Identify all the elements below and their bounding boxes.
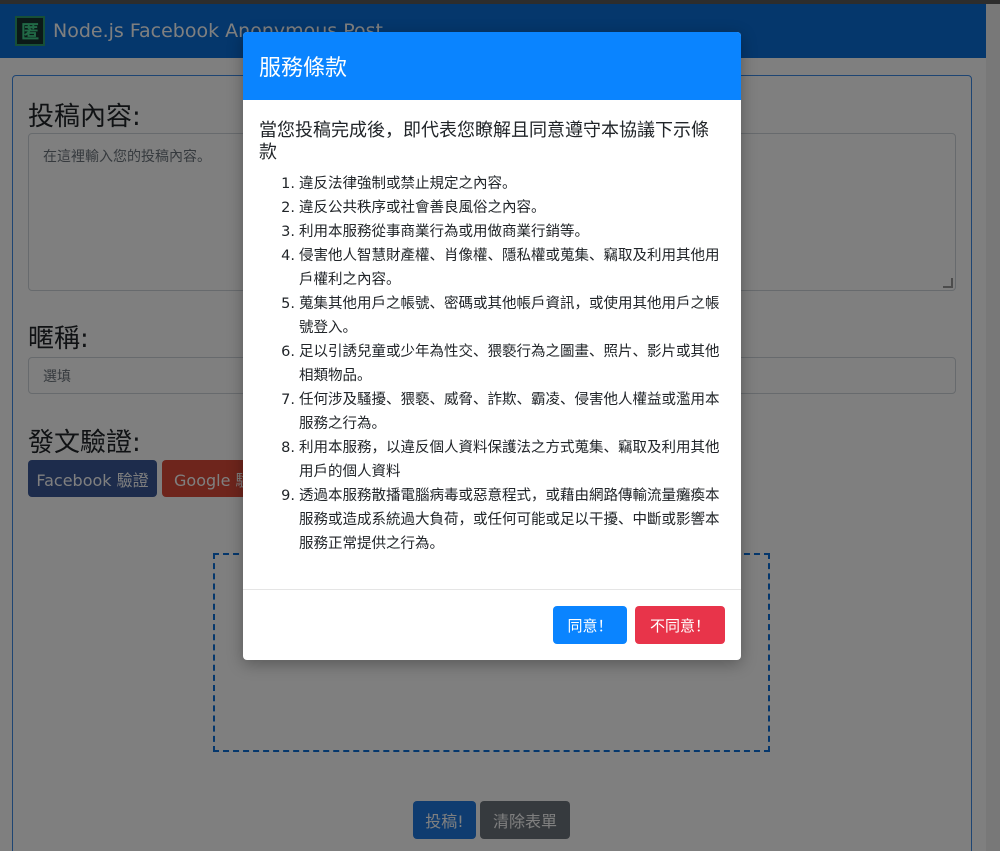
terms-item-number: 2. — [281, 200, 295, 216]
terms-item-number: 5. — [281, 296, 295, 312]
terms-item-text: 違反法律強制或禁止規定之內容。 — [299, 176, 517, 192]
terms-item-text: 侵害他人智慧財產權、肖像權、隱私權或蒐集、竊取及利用其他用戶權利之內容。 — [299, 248, 720, 288]
terms-item-number: 7. — [281, 392, 295, 408]
terms-item: 4. 侵害他人智慧財產權、肖像權、隱私權或蒐集、竊取及利用其他用戶權利之內容。 — [281, 244, 725, 292]
terms-item-number: 6. — [281, 344, 295, 360]
terms-modal: 服務條款 當您投稿完成後，即代表您瞭解且同意遵守本協議下示條款 1. 違反法律強制… — [243, 32, 741, 660]
terms-item-text: 利用本服務，以違反個人資料保護法之方式蒐集、竊取及利用其他用戶的個人資料 — [299, 440, 720, 480]
terms-item-text: 利用本服務從事商業行為或用做商業行銷等。 — [299, 224, 589, 240]
disagree-button[interactable]: 不同意！ — [635, 606, 725, 644]
terms-item-text: 透過本服務散播電腦病毒或惡意程式，或藉由網路傳輸流量癱瘓本服務或造成系統過大負荷… — [299, 488, 720, 552]
terms-item: 3. 利用本服務從事商業行為或用做商業行銷等。 — [281, 220, 725, 244]
terms-item-text: 任何涉及騷擾、猥褻、威脅、詐欺、霸凌、侵害他人權益或濫用本服務之行為。 — [299, 392, 720, 432]
terms-item: 1. 違反法律強制或禁止規定之內容。 — [281, 172, 725, 196]
terms-item: 8. 利用本服務，以違反個人資料保護法之方式蒐集、竊取及利用其他用戶的個人資料 — [281, 436, 725, 484]
terms-item-number: 8. — [281, 440, 295, 456]
terms-item-text: 違反公共秩序或社會善良風俗之內容。 — [299, 200, 546, 216]
modal-body: 當您投稿完成後，即代表您瞭解且同意遵守本協議下示條款 1. 違反法律強制或禁止規定… — [243, 100, 741, 590]
terms-intro: 當您投稿完成後，即代表您瞭解且同意遵守本協議下示條款 — [259, 120, 709, 163]
terms-item-text: 蒐集其他用戶之帳號、密碼或其他帳戶資訊，或使用其他用戶之帳號登入。 — [299, 296, 720, 336]
terms-item: 5. 蒐集其他用戶之帳號、密碼或其他帳戶資訊，或使用其他用戶之帳號登入。 — [281, 292, 725, 340]
terms-item-number: 1. — [281, 176, 295, 192]
terms-item-text: 足以引誘兒童或少年為性交、猥褻行為之圖畫、照片、影片或其他相類物品。 — [299, 344, 720, 384]
terms-item: 2. 違反公共秩序或社會善良風俗之內容。 — [281, 196, 725, 220]
terms-item: 6. 足以引誘兒童或少年為性交、猥褻行為之圖畫、照片、影片或其他相類物品。 — [281, 340, 725, 388]
terms-item: 9. 透過本服務散播電腦病毒或惡意程式，或藉由網路傳輸流量癱瘓本服務或造成系統過大… — [281, 484, 725, 556]
terms-list: 1. 違反法律強制或禁止規定之內容。 2. 違反公共秩序或社會善良風俗之內容。 3.… — [259, 172, 725, 556]
modal-footer: 同意！ 不同意！ — [243, 589, 741, 660]
terms-item-number: 9. — [281, 488, 295, 504]
modal-header: 服務條款 — [243, 32, 741, 100]
terms-item-number: 4. — [281, 248, 295, 264]
terms-item: 7. 任何涉及騷擾、猥褻、威脅、詐欺、霸凌、侵害他人權益或濫用本服務之行為。 — [281, 388, 725, 436]
modal-title: 服務條款 — [259, 56, 348, 81]
agree-button[interactable]: 同意！ — [553, 606, 627, 644]
terms-item-number: 3. — [281, 224, 295, 240]
